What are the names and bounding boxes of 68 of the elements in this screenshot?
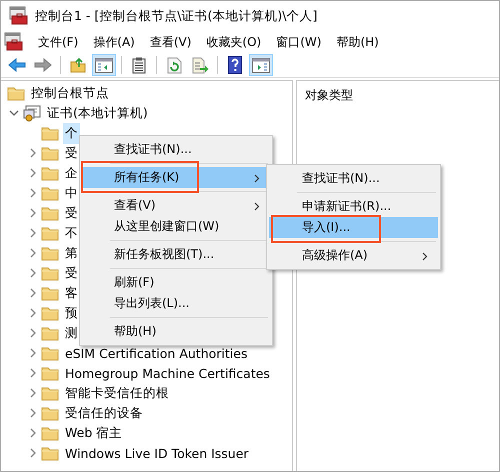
window-title: 控制台1 - [控制台根节点\证书(本地计算机)\个人]	[35, 8, 318, 24]
tree-item[interactable]: 客	[63, 282, 80, 304]
folder-icon	[41, 186, 59, 200]
tree-item[interactable]: eSIM Certification Authorities	[63, 344, 250, 362]
tree-pane-icon	[95, 58, 113, 72]
folder-icon	[41, 326, 59, 340]
column-header[interactable]: 对象类型	[305, 88, 353, 102]
menu-bar-item[interactable]: 查看(V)	[144, 34, 200, 50]
menu-bar-item[interactable]: 文件(F)	[32, 34, 88, 50]
tree-item[interactable]: Homegroup Machine Certificates	[63, 364, 272, 382]
menu-bar-item[interactable]: 窗口(W)	[270, 34, 330, 50]
tree-item[interactable]: 受	[63, 202, 80, 224]
action-pane-icon	[252, 58, 270, 72]
folder-icon	[41, 246, 59, 260]
folder-icon	[41, 286, 59, 300]
tree-item[interactable]: 受信任的设备	[63, 402, 145, 424]
tree-item[interactable]: 个	[63, 122, 80, 144]
forward-arrow-icon	[34, 58, 52, 72]
tree-item[interactable]: 中	[63, 182, 80, 204]
tree-item[interactable]: 预	[63, 302, 80, 324]
help-icon	[228, 56, 242, 74]
folder-icon	[41, 166, 59, 180]
folder-up-icon	[70, 57, 86, 73]
menu-item[interactable]: 查找证书(N)...	[82, 139, 270, 160]
certificate-icon	[23, 104, 41, 122]
folder-icon	[41, 146, 59, 160]
tree-item[interactable]: Web 宿主	[63, 422, 124, 444]
export-list-icon	[192, 56, 208, 74]
menu-item[interactable]: 申请新证书(R)...	[269, 196, 438, 217]
tree-item[interactable]: 企	[63, 162, 80, 184]
tree-item[interactable]: 测	[63, 322, 80, 344]
folder-icon	[7, 86, 25, 100]
menu-item[interactable]: 查找证书(N)...	[269, 168, 438, 189]
menu-item[interactable]: 导出列表(L)...	[82, 293, 270, 314]
folder-icon	[41, 226, 59, 240]
folder-icon	[41, 126, 59, 140]
folder-icon	[41, 346, 59, 360]
tree-item[interactable]: 控制台根节点	[29, 82, 111, 104]
menu-item[interactable]: 从这里创建窗口(W)	[82, 216, 270, 237]
refresh-icon	[166, 56, 182, 74]
tree-item[interactable]: 第	[63, 242, 80, 264]
folder-icon	[41, 426, 59, 440]
menu-item[interactable]: 查看(V)	[82, 195, 270, 216]
console-icon	[9, 6, 29, 26]
folder-icon	[41, 446, 59, 460]
folder-icon	[41, 266, 59, 280]
tree-item[interactable]: 受	[63, 262, 80, 284]
tree-item[interactable]: 受	[63, 142, 80, 164]
menu-item[interactable]: 新任务板视图(T)...	[82, 244, 270, 265]
menu-bar-item[interactable]: 操作(A)	[87, 34, 144, 50]
menu-item[interactable]: 刷新(F)	[82, 272, 270, 293]
console-icon	[4, 32, 24, 52]
folder-icon	[41, 406, 59, 420]
folder-icon	[41, 366, 59, 380]
menu-item[interactable]: 帮助(H)	[82, 321, 270, 342]
menu-item[interactable]: 导入(I)...	[269, 217, 438, 238]
tree-item[interactable]: 证书(本地计算机)	[45, 102, 150, 124]
tree-item[interactable]: 不	[63, 222, 80, 244]
menu-bar-item[interactable]: 收藏夹(O)	[200, 34, 270, 50]
clipboard-icon	[132, 56, 146, 74]
menu-bar-item[interactable]: 帮助(H)	[330, 34, 388, 50]
back-arrow-icon	[8, 58, 26, 72]
folder-icon	[41, 306, 59, 320]
folder-icon	[41, 206, 59, 220]
menu-item[interactable]: 高级操作(A)	[269, 245, 438, 266]
folder-icon	[41, 386, 59, 400]
tree-item[interactable]: 智能卡受信任的根	[63, 382, 171, 404]
tree-item[interactable]: Windows Live ID Token Issuer	[63, 444, 251, 462]
